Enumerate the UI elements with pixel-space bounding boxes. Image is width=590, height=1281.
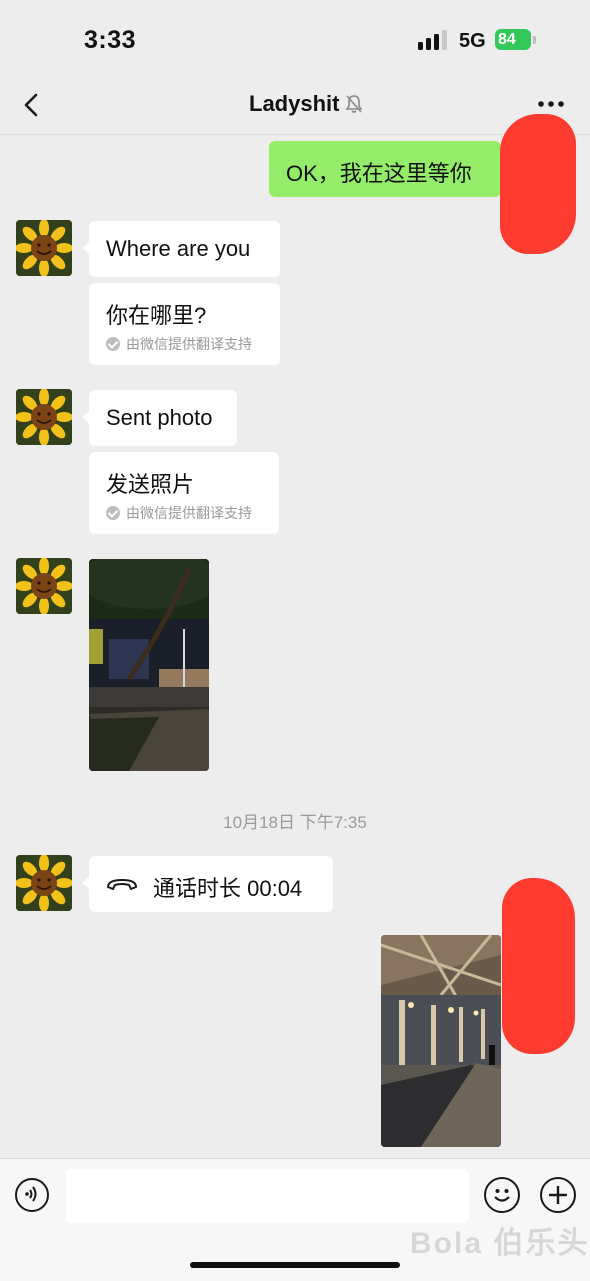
sunflower-avatar-image <box>16 220 72 276</box>
redaction-mark <box>502 878 575 1054</box>
call-record-bubble[interactable]: 通话时长 00:04 <box>82 856 333 912</box>
plus-icon <box>548 1185 567 1204</box>
battery-tip <box>533 36 536 44</box>
sunflower-avatar-image <box>16 855 72 911</box>
back-icon[interactable] <box>20 92 46 118</box>
chat-title-group: Ladyshit <box>249 91 363 117</box>
phone-hangup-icon <box>107 879 137 890</box>
translation-bubble[interactable]: 发送照片 由微信提供翻译支持 <box>89 452 279 534</box>
received-message-bubble[interactable]: Sent photo <box>82 390 237 446</box>
translation-note: 由微信提供翻译支持 <box>106 503 252 523</box>
translation-bubble[interactable]: 你在哪里? 由微信提供翻译支持 <box>89 283 280 365</box>
message-text: OK，我在这里等你 <box>286 161 472 186</box>
avatar[interactable] <box>16 389 72 445</box>
watermark: Bola 伯乐头条 <box>410 1227 590 1260</box>
battery-level: 84 <box>498 31 516 48</box>
message-text: Sent photo <box>106 405 213 430</box>
sent-message-bubble[interactable]: OK，我在这里等你 <box>269 141 508 197</box>
more-options-icon[interactable] <box>536 94 566 114</box>
chat-header: Ladyshit <box>0 80 590 135</box>
redaction-mark <box>500 114 576 254</box>
home-indicator[interactable] <box>190 1262 400 1268</box>
translation-note: 由微信提供翻译支持 <box>106 334 252 354</box>
translation-note-text: 由微信提供翻译支持 <box>126 505 252 521</box>
network-type: 5G <box>459 30 486 52</box>
status-bar: 3:33 5G 84 <box>0 0 590 80</box>
night-plaza-photo <box>89 559 209 771</box>
photo-message[interactable] <box>89 559 209 771</box>
photo-message[interactable] <box>381 935 501 1147</box>
mute-bell-icon <box>345 95 363 113</box>
sunflower-avatar-image <box>16 558 72 614</box>
message-text: Where are you <box>106 236 251 261</box>
emoji-button[interactable] <box>484 1177 520 1213</box>
translation-note-text: 由微信提供翻译支持 <box>126 336 252 352</box>
received-message-bubble[interactable]: Where are you <box>82 221 280 277</box>
avatar[interactable] <box>16 220 72 276</box>
chat-title: Ladyshit <box>249 91 340 116</box>
voice-input-button[interactable] <box>15 1178 49 1212</box>
more-functions-button[interactable] <box>540 1177 576 1213</box>
battery-icon: 84 <box>495 29 531 50</box>
voice-icon <box>25 1186 37 1202</box>
check-icon <box>106 337 120 351</box>
translation-text: 发送照片 <box>106 472 195 497</box>
check-icon <box>106 506 120 520</box>
translation-text: 你在哪里? <box>106 303 207 328</box>
call-duration-text: 通话时长 00:04 <box>153 876 303 901</box>
status-time: 3:33 <box>84 26 137 54</box>
message-timestamp: 10月18日 下午7:35 <box>223 813 367 832</box>
walkway-photo <box>381 935 501 1147</box>
signal-icon <box>418 30 450 50</box>
emoji-icon <box>493 1188 510 1202</box>
avatar[interactable] <box>16 855 72 911</box>
message-input[interactable] <box>66 1169 469 1223</box>
sunflower-avatar-image <box>16 389 72 445</box>
avatar[interactable] <box>16 558 72 614</box>
